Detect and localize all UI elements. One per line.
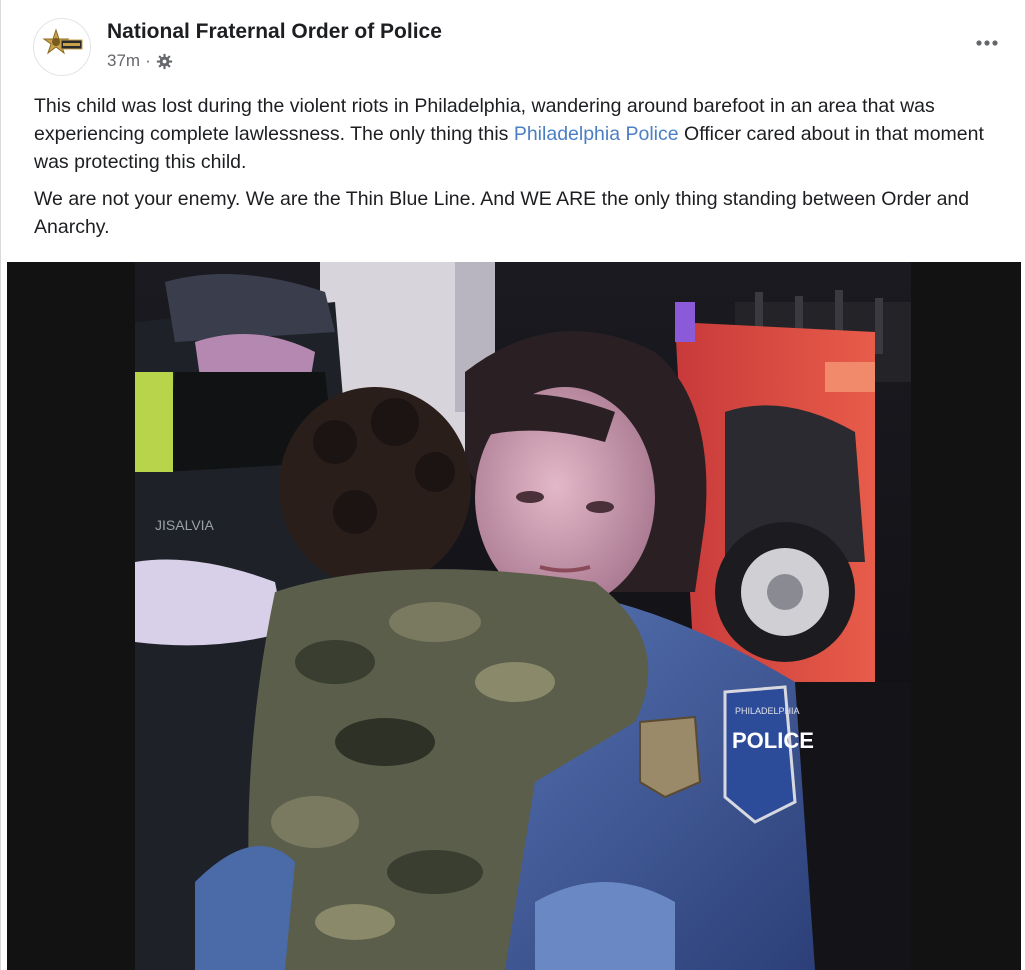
post-paragraph-1: This child was lost during the violent r… xyxy=(34,95,984,173)
page-name-link[interactable]: National Fraternal Order of Police xyxy=(107,20,442,44)
page-avatar[interactable] xyxy=(33,18,91,76)
meta-separator: · xyxy=(145,51,151,70)
ellipsis-icon xyxy=(976,40,998,46)
patch-main-text: POLICE xyxy=(732,728,814,753)
post-paragraph-2: We are not your enemy. We are the Thin B… xyxy=(34,188,970,238)
fop-star-logo-icon xyxy=(42,28,83,55)
gear-icon[interactable] xyxy=(156,53,173,70)
post-meta: 37m · xyxy=(107,51,173,71)
post-header: National Fraternal Order of Police 37m · xyxy=(1,0,1025,86)
post-timestamp[interactable]: 37m xyxy=(107,51,140,71)
philadelphia-police-link[interactable]: Philadelphia Police xyxy=(514,123,679,145)
more-options-button[interactable] xyxy=(969,28,1005,58)
post-photo[interactable]: JISALVIA PHILADELPHIA POLICE xyxy=(135,262,911,970)
patch-top-text: PHILADELPHIA xyxy=(735,706,800,716)
post-photo-frame[interactable]: JISALVIA PHILADELPHIA POLICE xyxy=(7,262,1021,970)
post-message: This child was lost during the violent r… xyxy=(34,92,994,250)
facebook-post: National Fraternal Order of Police 37m · xyxy=(0,0,1026,970)
name-tag-text: JISALVIA xyxy=(155,517,215,533)
officer-holding-child-photo: JISALVIA PHILADELPHIA POLICE xyxy=(135,262,911,970)
